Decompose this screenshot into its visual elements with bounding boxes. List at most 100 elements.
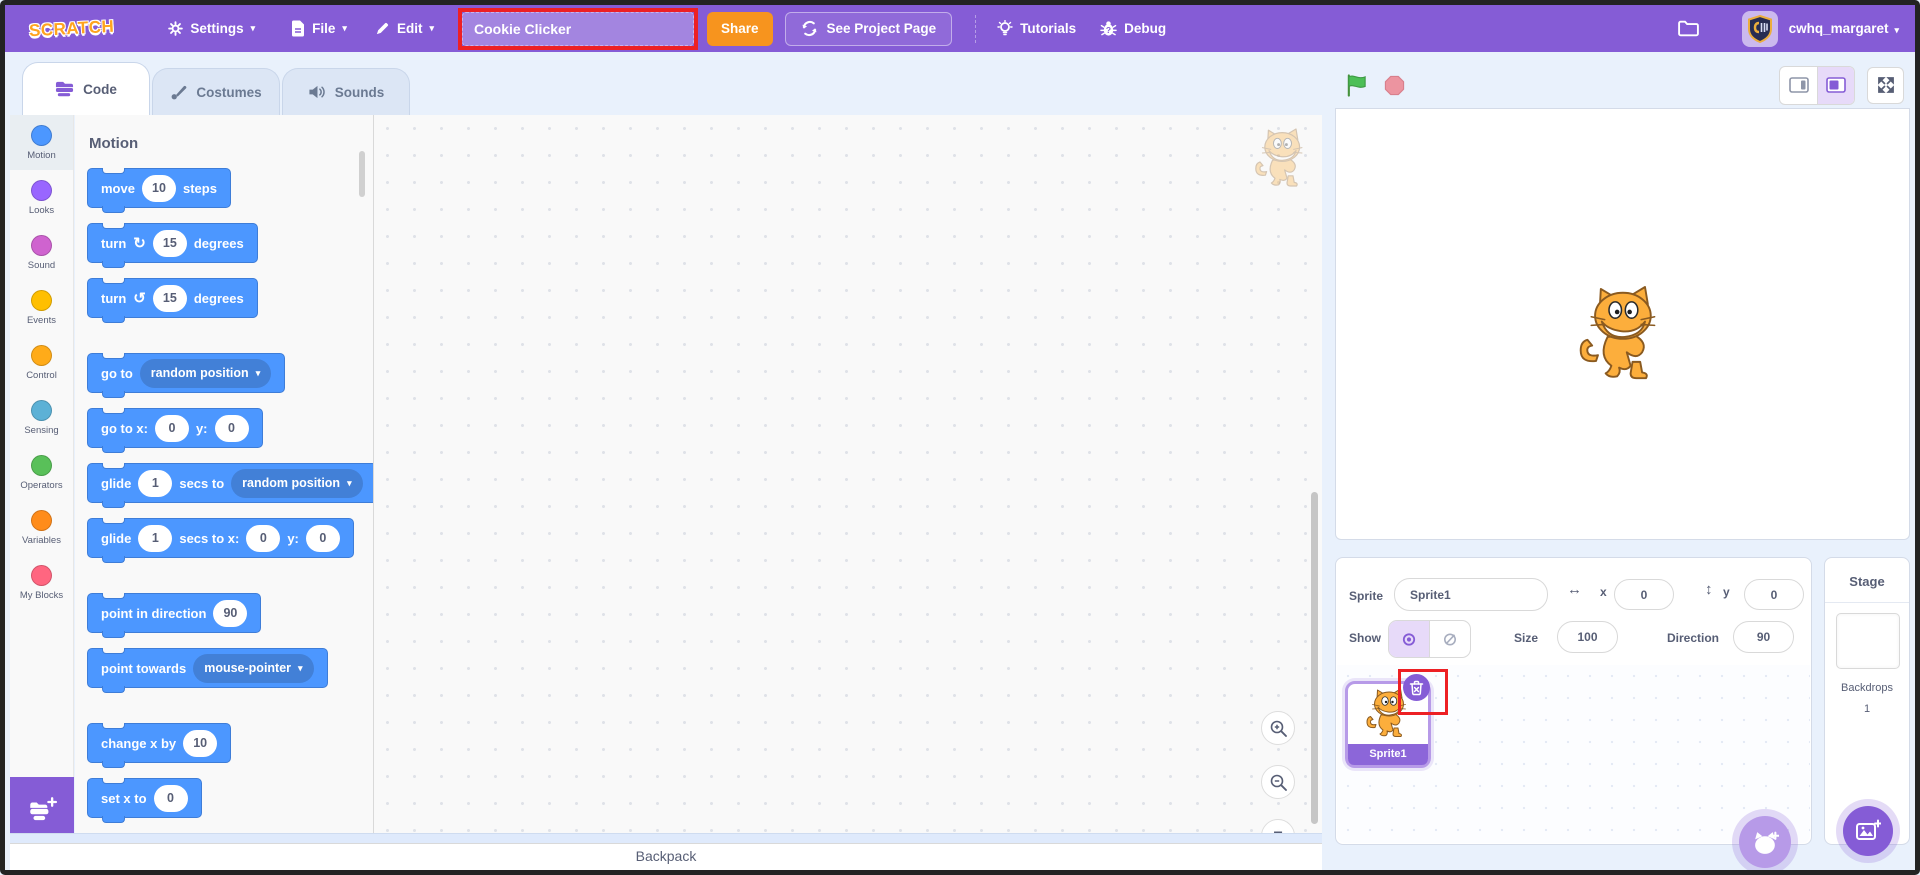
stage-sprite-cat[interactable] — [1573, 285, 1669, 385]
backdrop-thumbnail[interactable] — [1836, 613, 1900, 669]
block-number-input[interactable]: 0 — [246, 524, 281, 552]
block-label: degrees — [193, 235, 244, 251]
stage-size-toggle — [1779, 65, 1855, 105]
sprite-x-input[interactable]: 0 — [1614, 579, 1674, 610]
category-color-dot — [31, 234, 52, 256]
block-number-input[interactable]: 15 — [152, 284, 187, 312]
share-button[interactable]: Share — [706, 11, 773, 46]
block-number-input[interactable]: 0 — [154, 414, 189, 442]
editor-tabs: Code Costumes Sounds — [22, 62, 412, 115]
tab-code[interactable]: Code — [22, 62, 150, 115]
block-dropdown[interactable]: random position ▾ — [139, 358, 272, 388]
sprite-selector-area[interactable]: Sprite1 — [1337, 665, 1810, 843]
stop-sign-icon[interactable] — [1384, 75, 1405, 96]
debug-menu[interactable]: ? Debug — [1100, 20, 1166, 37]
account-menu[interactable]: cwhq_margaret ▾ — [1789, 21, 1899, 36]
block-point-towards[interactable]: point towards mouse-pointer ▾ — [87, 648, 328, 693]
block-number-input[interactable]: 15 — [152, 229, 187, 257]
block-move-steps[interactable]: move 10 steps — [87, 168, 231, 213]
folder-icon[interactable] — [1677, 19, 1700, 38]
small-stage-button[interactable] — [1780, 67, 1817, 104]
category-operators[interactable]: Operators — [10, 445, 73, 500]
zoom-out-button[interactable] — [1261, 765, 1295, 799]
file-menu[interactable]: File ▾ — [291, 20, 347, 37]
block-turn-left[interactable]: turn ↺ 15 degrees — [87, 278, 258, 323]
turn-cw-icon: ↻ — [133, 235, 146, 252]
block-label: change x by — [101, 735, 177, 751]
horizontal-arrow-icon: ↔ — [1567, 581, 1582, 598]
category-variables[interactable]: Variables — [10, 500, 73, 555]
block-number-input[interactable]: 90 — [213, 599, 248, 627]
backpack-bar[interactable]: Backpack — [10, 843, 1322, 870]
sprite-direction-input[interactable]: 90 — [1733, 621, 1794, 653]
category-events[interactable]: Events — [10, 280, 73, 335]
delete-sprite-button[interactable] — [1403, 674, 1430, 701]
avatar[interactable] — [1741, 10, 1778, 47]
category-sound[interactable]: Sound — [10, 225, 73, 280]
block-go-to[interactable]: go to random position ▾ — [87, 353, 286, 398]
category-label: Looks — [28, 204, 55, 216]
block-number-input[interactable]: 0 — [305, 524, 340, 552]
category-motion[interactable]: Motion — [10, 115, 73, 170]
edit-menu[interactable]: Edit ▾ — [375, 21, 434, 36]
sprite-y-input[interactable]: 0 — [1744, 579, 1804, 610]
category-color-dot — [31, 399, 52, 421]
category-label: Sound — [27, 259, 56, 271]
speaker-icon — [308, 84, 326, 100]
block-label: turn — [101, 235, 127, 251]
block-glide-to-xy[interactable]: glide 1 secs to x: 0 y: 0 — [87, 518, 354, 563]
block-dropdown[interactable]: mouse-pointer ▾ — [193, 653, 314, 683]
settings-menu[interactable]: Settings ▾ — [168, 21, 255, 36]
fullscreen-button[interactable] — [1867, 66, 1904, 104]
category-sensing[interactable]: Sensing — [10, 390, 73, 445]
category-color-dot — [31, 289, 52, 311]
block-number-input[interactable]: 10 — [141, 174, 176, 202]
green-flag-icon[interactable] — [1345, 73, 1368, 97]
block-go-to-xy[interactable]: go to x: 0 y: 0 — [87, 408, 263, 453]
scratch-logo[interactable]: SCRATCH — [29, 16, 115, 40]
block-dropdown[interactable]: random position ▾ — [231, 468, 363, 498]
code-workspace[interactable] — [374, 115, 1322, 843]
block-change-x-by[interactable]: change x by 10 — [87, 723, 232, 768]
edit-label: Edit — [396, 21, 423, 36]
block-number-input[interactable]: 0 — [214, 414, 249, 442]
chevron-down-icon: ▾ — [429, 23, 434, 33]
category-control[interactable]: Control — [10, 335, 73, 390]
workspace-bottom-strip — [10, 833, 1322, 843]
block-glide-to[interactable]: glide 1 secs to random position ▾ — [87, 463, 373, 508]
eye-icon — [1401, 632, 1417, 646]
block-number-input[interactable]: 1 — [138, 469, 173, 497]
zoom-in-button[interactable] — [1261, 711, 1295, 745]
see-project-page-button[interactable]: See Project Page — [784, 11, 953, 46]
block-label: go to — [101, 365, 133, 381]
tab-sounds[interactable]: Sounds — [282, 68, 410, 115]
block-number-input[interactable]: 0 — [153, 784, 188, 812]
category-color-dot — [31, 454, 52, 476]
block-set-x-to[interactable]: set x to 0 — [87, 778, 202, 823]
block-number-input[interactable]: 10 — [183, 729, 218, 757]
sprite-name-input[interactable]: Sprite1 — [1394, 578, 1548, 611]
bug-icon: ? — [1100, 20, 1117, 37]
block-turn-right[interactable]: turn ↻ 15 degrees — [87, 223, 258, 268]
sprite-size-input[interactable]: 100 — [1557, 621, 1618, 653]
block-point-in-direction[interactable]: point in direction 90 — [87, 593, 262, 638]
category-my-blocks[interactable]: My Blocks — [10, 555, 73, 610]
stage-selector-panel[interactable]: Stage Backdrops 1 — [1824, 557, 1910, 845]
add-sprite-button[interactable] — [1739, 816, 1791, 868]
tab-costumes[interactable]: Costumes — [152, 68, 280, 115]
gear-icon — [168, 21, 184, 36]
top-menu-bar: SCRATCH Settings ▾ File ▾ Edit ▾ Cookie … — [5, 5, 1915, 52]
add-backdrop-button[interactable] — [1843, 806, 1893, 856]
stage-viewport[interactable] — [1335, 108, 1910, 540]
project-name-input[interactable]: Cookie Clicker — [461, 11, 694, 46]
workspace-scrollbar[interactable] — [1311, 492, 1318, 824]
brush-icon — [170, 84, 187, 101]
large-stage-button[interactable] — [1817, 66, 1854, 104]
block-label: glide — [101, 530, 132, 546]
palette-scrollbar[interactable] — [359, 151, 365, 197]
hide-sprite-button[interactable] — [1429, 621, 1470, 657]
category-looks[interactable]: Looks — [10, 170, 73, 225]
block-number-input[interactable]: 1 — [138, 524, 173, 552]
show-sprite-button[interactable] — [1389, 621, 1429, 657]
tutorials-menu[interactable]: Tutorials — [997, 20, 1076, 37]
